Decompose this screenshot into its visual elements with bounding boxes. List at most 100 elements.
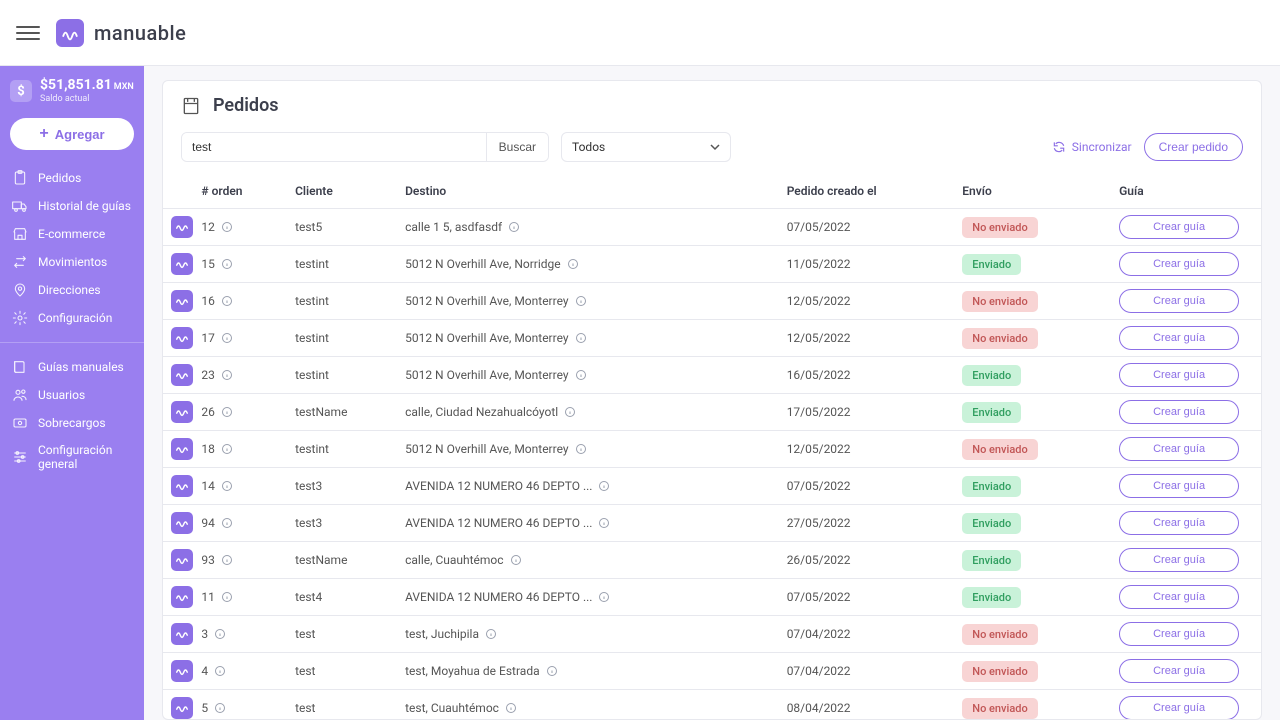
table-row: 23testint5012 N Overhill Ave, Monterrey1… [163, 357, 1261, 394]
create-guide-button[interactable]: Crear guía [1119, 363, 1239, 387]
status-badge: Enviado [962, 476, 1021, 497]
status-badge: No enviado [962, 624, 1037, 645]
info-icon [221, 221, 233, 233]
order-number: 93 [201, 553, 215, 567]
th-ship[interactable]: Envío [954, 174, 1111, 209]
status-badge: Enviado [962, 365, 1021, 386]
create-order-button[interactable]: Crear pedido [1144, 133, 1243, 161]
order-number: 16 [201, 294, 215, 308]
th-dest[interactable]: Destino [397, 174, 779, 209]
sidebar-item-sobrecargos[interactable]: Sobrecargos [0, 409, 144, 437]
source-icon [171, 401, 193, 423]
brand-logo[interactable]: manuable [56, 19, 186, 47]
info-icon [221, 591, 233, 603]
search-input[interactable] [182, 133, 486, 161]
client-cell: testint [287, 431, 397, 468]
status-filter-select[interactable]: Todos [561, 132, 731, 162]
date-cell: 08/04/2022 [779, 690, 955, 720]
th-order[interactable]: # orden [193, 174, 287, 209]
sidebar-item-pedidos[interactable]: Pedidos [0, 164, 144, 192]
order-number: 3 [201, 627, 208, 641]
table-row: 3testtest, Juchipila07/04/2022No enviado… [163, 616, 1261, 653]
source-icon [171, 216, 193, 238]
create-guide-button[interactable]: Crear guía [1119, 326, 1239, 350]
order-number: 14 [201, 479, 215, 493]
sync-button[interactable]: Sincronizar [1052, 140, 1132, 154]
create-guide-button[interactable]: Crear guía [1119, 215, 1239, 239]
create-guide-button[interactable]: Crear guía [1119, 696, 1239, 719]
gear-icon [12, 310, 28, 326]
create-guide-button[interactable]: Crear guía [1119, 474, 1239, 498]
sync-label: Sincronizar [1072, 140, 1132, 154]
table-row: 94test3AVENIDA 12 NUMERO 46 DEPTO ...27/… [163, 505, 1261, 542]
page-title: Pedidos [213, 95, 279, 116]
table-row: 26testNamecalle, Ciudad Nezahualcóyotl17… [163, 394, 1261, 431]
nav-label: Pedidos [38, 171, 81, 185]
source-icon [171, 623, 193, 645]
info-icon [598, 480, 610, 492]
th-created[interactable]: Pedido creado el [779, 174, 955, 209]
add-balance-button[interactable]: + Agregar [10, 118, 134, 150]
sidebar-item-direcciones[interactable]: Direcciones [0, 276, 144, 304]
destination-cell: 5012 N Overhill Ave, Monterrey [405, 368, 568, 382]
sidebar-item-historial[interactable]: Historial de guías [0, 192, 144, 220]
info-icon [221, 480, 233, 492]
sidebar-item-usuarios[interactable]: Usuarios [0, 381, 144, 409]
search-button[interactable]: Buscar [486, 133, 548, 161]
clipboard-icon [12, 170, 28, 186]
create-guide-button[interactable]: Crear guía [1119, 252, 1239, 276]
th-client[interactable]: Cliente [287, 174, 397, 209]
brand-mark-icon [56, 19, 84, 47]
sidebar-item-ecommerce[interactable]: E-commerce [0, 220, 144, 248]
info-icon [505, 702, 517, 714]
table-row: 4testtest, Moyahua de Estrada07/04/2022N… [163, 653, 1261, 690]
nav-divider [0, 342, 144, 343]
info-icon [221, 369, 233, 381]
create-guide-button[interactable]: Crear guía [1119, 437, 1239, 461]
destination-cell: calle, Cuauhtémoc [405, 553, 503, 567]
info-icon [575, 369, 587, 381]
th-guide[interactable]: Guía [1111, 174, 1261, 209]
client-cell: testint [287, 357, 397, 394]
create-guide-button[interactable]: Crear guía [1119, 289, 1239, 313]
status-badge: Enviado [962, 402, 1021, 423]
date-cell: 26/05/2022 [779, 542, 955, 579]
order-number: 26 [201, 405, 215, 419]
create-guide-button[interactable]: Crear guía [1119, 659, 1239, 683]
create-guide-button[interactable]: Crear guía [1119, 585, 1239, 609]
destination-cell: test, Cuauhtémoc [405, 701, 499, 715]
table-row: 15testint5012 N Overhill Ave, Norridge11… [163, 246, 1261, 283]
create-guide-button[interactable]: Crear guía [1119, 400, 1239, 424]
date-cell: 12/05/2022 [779, 320, 955, 357]
sidebar-item-configuracion[interactable]: Configuración [0, 304, 144, 332]
topbar: manuable [0, 0, 1280, 66]
nav-secondary: Guías manualesUsuariosSobrecargosConfigu… [0, 353, 144, 477]
info-icon [575, 443, 587, 455]
balance-amount: $51,851.81MXN [40, 78, 134, 93]
create-guide-button[interactable]: Crear guía [1119, 511, 1239, 535]
date-cell: 12/05/2022 [779, 431, 955, 468]
create-guide-button[interactable]: Crear guía [1119, 622, 1239, 646]
info-icon [598, 591, 610, 603]
client-cell: testint [287, 320, 397, 357]
nav-label: E-commerce [38, 227, 105, 241]
client-cell: test5 [287, 209, 397, 246]
client-cell: test [287, 616, 397, 653]
source-icon [171, 697, 193, 719]
chevron-down-icon [710, 142, 720, 152]
sidebar-item-config-general[interactable]: Configuración general [0, 437, 144, 477]
menu-toggle[interactable] [16, 21, 40, 45]
status-badge: No enviado [962, 217, 1037, 238]
info-icon [214, 628, 226, 640]
status-badge: No enviado [962, 661, 1037, 682]
balance-currency: MXN [114, 82, 134, 92]
sync-icon [1052, 140, 1066, 154]
orders-table: # orden Cliente Destino Pedido creado el… [163, 174, 1261, 719]
create-guide-button[interactable]: Crear guía [1119, 548, 1239, 572]
date-cell: 07/05/2022 [779, 209, 955, 246]
source-icon [171, 364, 193, 386]
sidebar-item-manuales[interactable]: Guías manuales [0, 353, 144, 381]
destination-cell: AVENIDA 12 NUMERO 46 DEPTO ... [405, 479, 592, 493]
sidebar-item-movimientos[interactable]: Movimientos [0, 248, 144, 276]
client-cell: testName [287, 394, 397, 431]
